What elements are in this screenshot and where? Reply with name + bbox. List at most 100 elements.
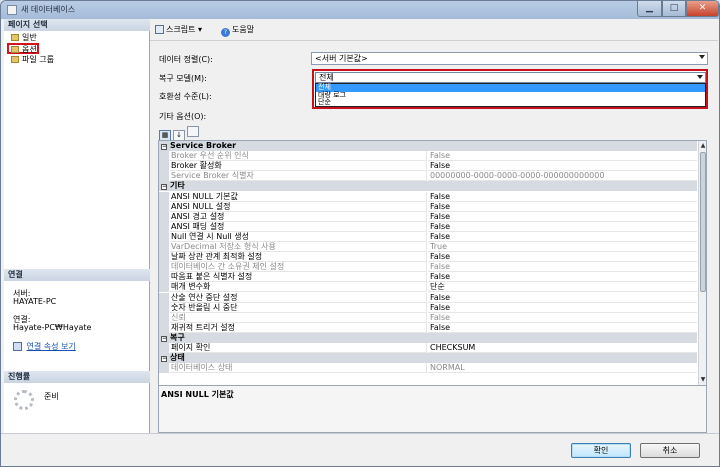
- grid-row[interactable]: 재귀적 트리거 설정 False: [159, 322, 697, 333]
- property-name: Broker 우선 순위 인식: [170, 151, 427, 162]
- scroll-down-icon[interactable]: ▼: [700, 375, 706, 384]
- compatibility-level-label: 호환성 수준(L):: [159, 92, 212, 101]
- property-name: 페이지 확인: [170, 343, 427, 353]
- grid-category[interactable]: − Service Broker: [159, 141, 697, 151]
- property-value[interactable]: False: [428, 202, 697, 212]
- property-value[interactable]: False: [428, 323, 697, 333]
- property-name: 신뢰: [170, 312, 427, 323]
- property-value: NORMAL: [428, 363, 697, 374]
- view-connection-properties-link[interactable]: 연결 속성 보기: [27, 342, 76, 351]
- page-item-options[interactable]: 옵션: [7, 43, 39, 54]
- property-value: False: [428, 151, 697, 162]
- maximize-button[interactable]: □: [662, 1, 686, 17]
- grid-row[interactable]: Service Broker 식별자 00000000-0000-0000-000…: [159, 171, 697, 182]
- property-name: 재귀적 트리거 설정: [170, 322, 427, 333]
- close-button[interactable]: ✕: [686, 1, 719, 17]
- row-gutter: [159, 292, 169, 303]
- property-value[interactable]: False: [428, 222, 697, 232]
- ok-button[interactable]: 확인: [571, 443, 631, 458]
- grid-row[interactable]: ANSI NULL 기본값 False: [159, 191, 697, 202]
- grid-row[interactable]: ANSI 경고 설정 False: [159, 211, 697, 222]
- scrollbar-thumb[interactable]: [700, 152, 706, 292]
- page-item-filegroups[interactable]: 파일 그룹: [9, 54, 54, 65]
- property-name: 따옴표 붙은 식별자 설정: [170, 272, 427, 283]
- right-pane: 스크립트 ▾ ? 도움말 데이터 정렬(C): <서버 기본값> 복구 모델(M)…: [150, 19, 718, 433]
- grid-row[interactable]: 산술 연산 중단 설정 False: [159, 292, 697, 303]
- option-simple[interactable]: 단순: [316, 98, 705, 107]
- dialog-footer: 확인 취소: [1, 433, 719, 466]
- property-value[interactable]: False: [428, 192, 697, 202]
- cancel-button[interactable]: 취소: [640, 443, 700, 458]
- property-name: 산술 연산 중단 설정: [170, 292, 427, 303]
- progress-header: 진행률: [4, 371, 150, 383]
- page-item-general[interactable]: 일반: [9, 32, 37, 43]
- scroll-up-icon[interactable]: ▲: [700, 141, 706, 150]
- row-gutter: [159, 191, 169, 202]
- grid-row[interactable]: 페이지 확인 CHECKSUM: [159, 343, 697, 353]
- property-name: 날짜 상관 관계 최적화 설정: [170, 252, 427, 263]
- collapse-icon[interactable]: −: [161, 144, 167, 150]
- row-gutter: [159, 343, 169, 353]
- property-value[interactable]: 단순: [428, 282, 697, 293]
- collapse-icon[interactable]: −: [161, 184, 167, 191]
- title-bar: 새 데이터베이스 ▁ □ ✕: [1, 1, 719, 19]
- category-label: 기타: [170, 181, 185, 191]
- recovery-model-options: 전체 대량 로그 단순: [315, 83, 706, 107]
- grid-row[interactable]: 데이터베이스 간 소유권 체인 설정 False: [159, 262, 697, 273]
- row-gutter: [159, 282, 169, 293]
- property-value[interactable]: False: [428, 161, 697, 172]
- row-gutter: [159, 272, 169, 283]
- property-value[interactable]: False: [428, 252, 697, 263]
- grid-row[interactable]: 매개 변수화 단순: [159, 282, 697, 293]
- chevron-down-icon: [697, 75, 703, 79]
- page-icon: [11, 56, 19, 63]
- property-pages-icon[interactable]: [187, 126, 199, 137]
- minimize-button[interactable]: ▁: [637, 1, 662, 17]
- grid-row[interactable]: 숫자 반올림 시 중단 False: [159, 302, 697, 313]
- collapse-icon[interactable]: −: [161, 356, 167, 363]
- help-button[interactable]: ? 도움말: [221, 24, 254, 37]
- property-value[interactable]: False: [428, 293, 697, 303]
- property-value[interactable]: CHECKSUM: [428, 343, 697, 353]
- grid-category[interactable]: − 기타: [159, 181, 697, 192]
- collation-select[interactable]: <서버 기본값>: [311, 52, 708, 65]
- property-name: ANSI 패딩 설정: [170, 221, 427, 232]
- grid-row[interactable]: 날짜 상관 관계 최적화 설정 False: [159, 252, 697, 263]
- row-gutter: [159, 302, 169, 313]
- grid-row[interactable]: ANSI 패딩 설정 False: [159, 221, 697, 232]
- property-value: False: [428, 262, 697, 273]
- page-label: 파일 그룹: [22, 55, 54, 64]
- chevron-down-icon[interactable]: ▾: [198, 25, 202, 34]
- grid-row[interactable]: Null 연결 시 Null 생성 False: [159, 231, 697, 242]
- grid-row[interactable]: 따옴표 붙은 식별자 설정 False: [159, 272, 697, 283]
- option-bulk-logged[interactable]: 대량 로그: [316, 91, 705, 100]
- recovery-model-dropdown[interactable]: 전체 전체 대량 로그 단순: [312, 69, 708, 109]
- grid-row[interactable]: Broker 활성화 False: [159, 161, 697, 172]
- help-label: 도움말: [232, 25, 255, 34]
- category-label: Service Broker: [170, 141, 237, 150]
- grid-row[interactable]: Broker 우선 순위 인식 False: [159, 151, 697, 162]
- property-name: Service Broker 식별자: [170, 171, 427, 182]
- grid-row[interactable]: VarDecimal 저장소 형식 사용 True: [159, 242, 697, 252]
- other-options-label: 기타 옵션(O):: [159, 112, 207, 121]
- view-connection-properties[interactable]: 연결 속성 보기: [13, 341, 76, 352]
- collapse-icon[interactable]: −: [161, 335, 167, 342]
- row-gutter: [159, 201, 169, 212]
- property-value[interactable]: False: [428, 272, 697, 283]
- recovery-model-select[interactable]: 전체: [315, 72, 706, 83]
- page-label: 일반: [22, 33, 37, 42]
- grid-category[interactable]: − 복구: [159, 332, 697, 343]
- grid-row[interactable]: 데이터베이스 상태 NORMAL: [159, 363, 697, 374]
- script-button[interactable]: 스크립트 ▾: [155, 24, 202, 35]
- left-pane: 페이지 선택 일반 옵션 파일 그룹 연결 서버: HAYATE-PC 연결: …: [4, 19, 150, 433]
- property-value[interactable]: False: [428, 212, 697, 222]
- property-value: 00000000-0000-0000-0000-000000000000: [428, 171, 697, 182]
- property-value[interactable]: False: [428, 303, 697, 313]
- vertical-scrollbar[interactable]: ▲ ▼: [698, 141, 706, 385]
- option-full[interactable]: 전체: [316, 83, 705, 92]
- property-name: 숫자 반올림 시 중단: [170, 302, 427, 313]
- grid-category[interactable]: − 상태: [159, 353, 697, 364]
- grid-row[interactable]: ANSI NULL 설정 False: [159, 201, 697, 212]
- property-value[interactable]: False: [428, 232, 697, 242]
- grid-row[interactable]: 신뢰 False: [159, 312, 697, 323]
